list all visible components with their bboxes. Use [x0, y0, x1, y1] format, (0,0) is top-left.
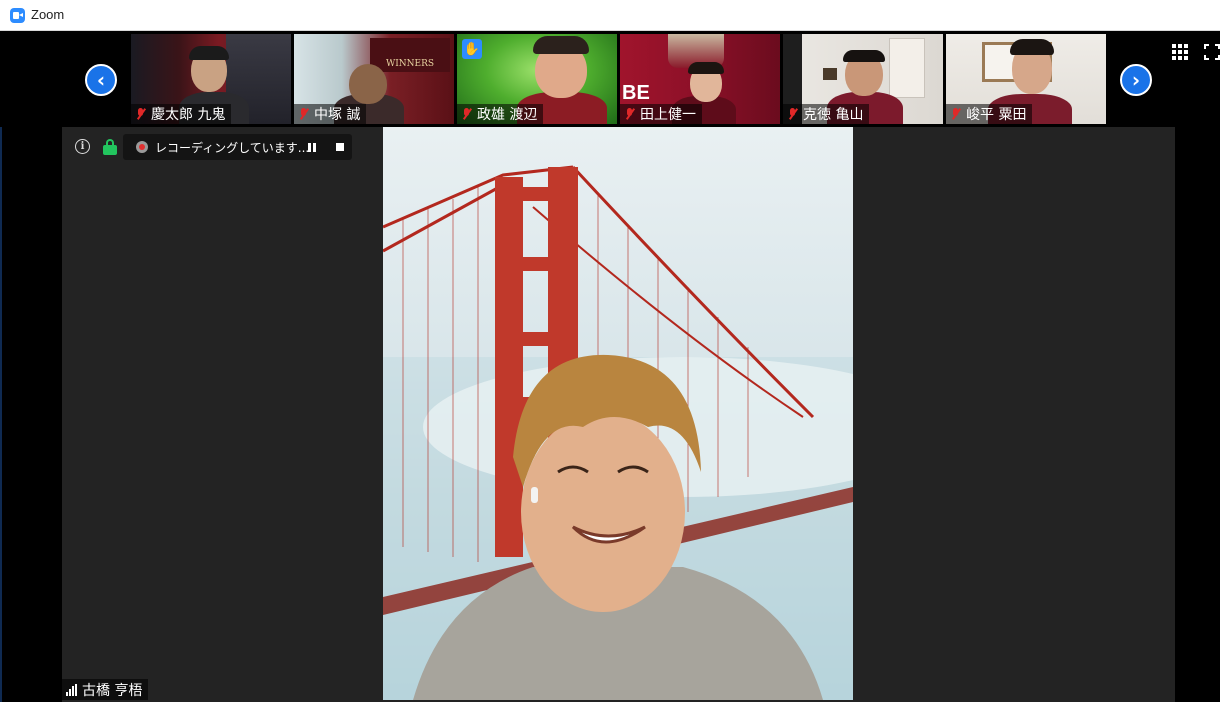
participant-name: 峻平 粟田: [966, 107, 1027, 123]
speaker-video-frame: [383, 165, 853, 700]
speaker-name: 古橋 亨梧: [82, 682, 143, 699]
participant-nameplate: 慶太郎 九鬼: [131, 104, 232, 124]
be-poster-text: BE: [622, 82, 650, 104]
participant-tile[interactable]: 峻平 粟田: [946, 34, 1106, 124]
participant-name: 政雄 渡辺: [477, 107, 538, 123]
chevron-right-icon: ›: [1131, 68, 1141, 92]
mic-muted-icon: [950, 107, 962, 121]
participant-nameplate: 田上健一: [620, 104, 702, 124]
title-bar: Zoom: [0, 0, 1220, 31]
pause-recording-button[interactable]: [308, 143, 317, 152]
signal-strength-icon: [66, 683, 77, 696]
stop-recording-button[interactable]: [336, 143, 344, 151]
participant-nameplate: 政雄 渡辺: [457, 104, 544, 124]
participant-nameplate: 中塚 誠: [294, 104, 367, 124]
meeting-info-button[interactable]: i: [75, 139, 90, 154]
gallery-prev-button[interactable]: ‹: [85, 64, 117, 96]
participant-nameplate: 克徳 亀山: [783, 104, 870, 124]
fullscreen-button[interactable]: [1204, 44, 1220, 60]
participant-tile[interactable]: 克徳 亀山: [783, 34, 943, 124]
window-title: Zoom: [31, 7, 65, 22]
recording-status-text: レコーディングしています...: [155, 141, 310, 155]
participant-name: 中塚 誠: [314, 107, 361, 123]
raised-hand-icon: ✋: [462, 39, 482, 59]
speaker-face: [521, 412, 685, 612]
participant-tile[interactable]: BE 田上健一: [620, 34, 780, 124]
mic-muted-icon: [461, 107, 473, 121]
participant-tile[interactable]: ✋ 政雄 渡辺: [457, 34, 617, 124]
earbud: [531, 487, 538, 503]
mic-muted-icon: [298, 107, 310, 121]
gallery-view-button[interactable]: [1172, 44, 1188, 60]
participant-name: 慶太郎 九鬼: [151, 107, 226, 123]
participant-tile[interactable]: 慶太郎 九鬼: [131, 34, 291, 124]
grid-icon: [1172, 44, 1176, 48]
recording-dot-icon: [136, 141, 148, 153]
encryption-lock-icon[interactable]: [103, 139, 117, 155]
participant-name: 克徳 亀山: [803, 107, 864, 123]
mic-muted-icon: [787, 107, 799, 121]
speaker-nameplate: 古橋 亨梧: [62, 679, 149, 700]
wall-poster: [889, 38, 925, 98]
gallery-next-button[interactable]: ›: [1120, 64, 1152, 96]
mic-muted-icon: [624, 107, 636, 121]
mic-muted-icon: [135, 107, 147, 121]
participant-nameplate: 峻平 粟田: [946, 104, 1033, 124]
speaker-video: [383, 127, 853, 700]
zoom-app-icon: [10, 8, 25, 23]
winners-poster: WINNERS: [370, 38, 450, 72]
participant-tile[interactable]: WINNERS 中塚 誠: [294, 34, 454, 124]
info-icon: i: [80, 141, 85, 152]
participant-name: 田上健一: [640, 107, 696, 123]
recording-indicator: レコーディングしています...: [123, 134, 352, 160]
right-margin: [1175, 127, 1220, 702]
chevron-left-icon: ‹: [96, 68, 106, 92]
window-left-edge: [0, 31, 2, 702]
fullscreen-icon: [1204, 44, 1209, 49]
wall-clock: [823, 68, 837, 80]
